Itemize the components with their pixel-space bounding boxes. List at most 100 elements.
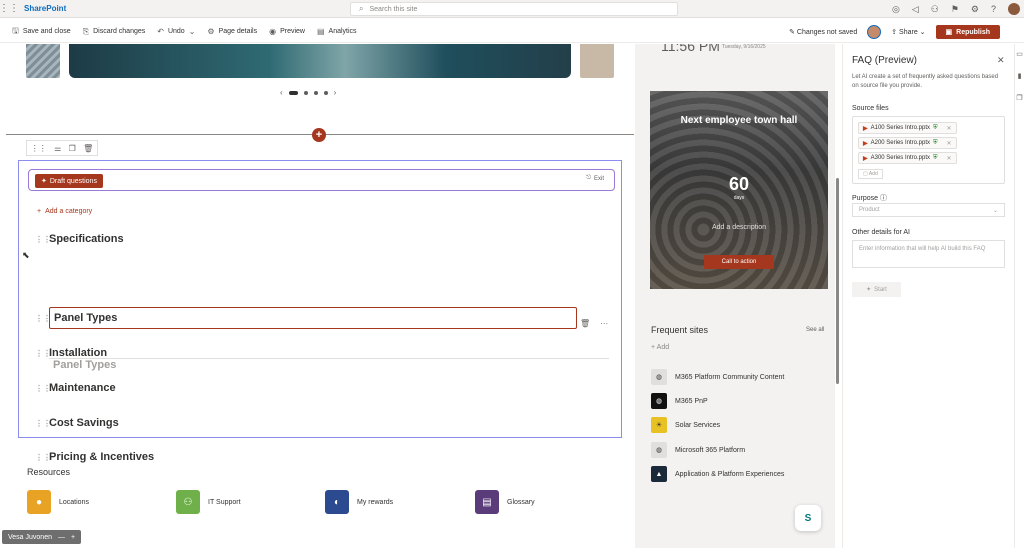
drag-icon[interactable]: ⋮⋮ <box>31 144 47 153</box>
category-item[interactable]: ⋮⋮ Cost Savings <box>35 417 119 429</box>
undo-icon: ↶ <box>157 27 164 36</box>
drag-handle-icon[interactable]: ⋮⋮ <box>35 349 51 358</box>
user-name: Vesa Juvonen <box>8 533 52 541</box>
drag-handle-icon[interactable]: ⋮⋮ <box>35 384 51 393</box>
countdown-description[interactable]: Add a description <box>650 224 828 231</box>
countdown-unit: days <box>733 195 745 201</box>
duplicate-icon[interactable]: ❐ <box>69 144 76 153</box>
save-close-button[interactable]: 🖫 Save and close <box>12 25 71 39</box>
chevron-left-icon[interactable]: ‹ <box>280 88 283 97</box>
resource-link[interactable]: ▤ Glossary <box>475 490 535 514</box>
scrollbar[interactable] <box>836 178 839 384</box>
hero-image-main[interactable] <box>69 44 571 78</box>
category-item[interactable]: ⋮⋮ Specifications <box>35 233 124 245</box>
site-link[interactable]: ◍ M365 Platform Community Content <box>651 369 784 385</box>
copilot-icon[interactable]: ◎ <box>892 4 900 15</box>
countdown-card[interactable]: Next employee town hall 60 days Add a de… <box>650 91 828 289</box>
draft-questions-button[interactable]: ✦ Draft questions <box>35 174 103 188</box>
purpose-select[interactable]: Product ⌄ <box>852 203 1005 217</box>
drag-handle-icon[interactable]: ⋮⋮ <box>35 314 51 323</box>
faq-panel: FAQ (Preview) ✕ Let AI create a set of f… <box>842 44 1014 548</box>
hero-image-right[interactable] <box>580 44 614 78</box>
drag-handle-icon[interactable]: ⋮⋮ <box>35 235 51 244</box>
add-category-button[interactable]: + Add a category <box>37 208 92 215</box>
carousel-pager: ‹ › <box>280 88 336 97</box>
add-site-button[interactable]: + Add <box>651 344 669 351</box>
source-file-chip[interactable]: ▶ A100 Series Intro.pptx ⛨ ✕ <box>858 122 957 134</box>
republish-button[interactable]: ▣ Republish <box>935 25 1000 39</box>
source-file-chip[interactable]: ▶ A200 Series Intro.pptx ⛨ ✕ <box>858 137 957 149</box>
source-file-chip[interactable]: ▶ A300 Series Intro.pptx ⛨ ✕ <box>858 152 957 164</box>
carousel-dot[interactable] <box>313 90 318 95</box>
delete-icon[interactable]: 🗑 <box>83 144 93 153</box>
copy-icon[interactable]: ❐ <box>1016 94 1022 102</box>
exit-button[interactable]: ⎋ Exit <box>586 175 604 182</box>
add-section-button[interactable]: + <box>312 128 326 142</box>
search-input[interactable]: ⌕ Search this site <box>350 2 678 16</box>
start-button[interactable]: ✦ Start <box>852 282 901 297</box>
close-icon[interactable]: ✕ <box>997 55 1005 66</box>
info-icon[interactable]: ⓘ <box>880 195 887 202</box>
save-icon: 🖫 <box>12 25 19 35</box>
analytics-button[interactable]: ▤ Analytics <box>317 27 357 36</box>
site-link[interactable]: ☀ Solar Services <box>651 417 720 433</box>
resource-link[interactable]: ◐ My rewards <box>325 490 393 514</box>
app-launcher-icon[interactable]: ⋮⋮ <box>0 0 19 18</box>
draft-bar: ✦ Draft questions ⎋ Exit <box>28 169 615 191</box>
carousel-dot[interactable] <box>323 90 328 95</box>
discard-button[interactable]: ⎘ Discard changes <box>83 27 146 37</box>
flag-icon[interactable]: ⚑ <box>951 4 959 15</box>
share-button[interactable]: ⇪ Share ⌄ <box>891 28 925 36</box>
see-all-link[interactable]: See all <box>806 327 824 333</box>
minus-icon[interactable]: — <box>58 534 65 541</box>
chevron-right-icon[interactable]: › <box>334 88 337 97</box>
add-file-label: Add <box>868 171 878 177</box>
more-icon[interactable]: ··· <box>600 319 608 328</box>
site-link[interactable]: ◍ M365 PnP <box>651 393 708 409</box>
drag-handle-icon[interactable]: ⋮⋮ <box>35 453 51 462</box>
help-icon[interactable]: ? <box>991 4 996 14</box>
carousel-dot[interactable] <box>303 90 308 95</box>
editor-avatar[interactable] <box>867 25 882 39</box>
avatar[interactable] <box>1008 3 1020 15</box>
drag-handle-icon[interactable]: ⋮⋮ <box>35 419 51 428</box>
gear-icon[interactable]: ⚙ <box>971 4 979 15</box>
right-rail: 11:56 PM Tuesday, 9/16/2025 Next employe… <box>635 44 835 548</box>
preview-button[interactable]: ◉ Preview <box>269 27 305 36</box>
site-link[interactable]: ◍ Microsoft 365 Platform <box>651 442 745 458</box>
purpose-label: Purpose ⓘ <box>852 193 887 203</box>
file-name: A100 Series Intro.pptx <box>870 125 930 131</box>
discard-label: Discard changes <box>93 28 146 35</box>
category-item[interactable]: ⋮⋮ Maintenance <box>35 382 116 394</box>
delete-icon[interactable]: 🗑 <box>580 319 590 328</box>
user-pill[interactable]: Vesa Juvonen — + <box>2 530 82 544</box>
page-details-button[interactable]: ⚙ Page details <box>207 27 257 36</box>
other-details-field[interactable]: Enter information that will help AI buil… <box>852 240 1005 268</box>
add-file-button[interactable]: ▢ Add <box>858 169 883 179</box>
page-details-label: Page details <box>218 28 258 35</box>
category-item-selected[interactable]: ⋮⋮ Panel Types <box>35 307 577 329</box>
plus-icon[interactable]: + <box>71 534 75 541</box>
megaphone-icon[interactable]: ◁ <box>912 4 919 15</box>
call-to-action-button[interactable]: Call to action <box>704 255 774 269</box>
hero-image-left[interactable] <box>26 44 60 78</box>
clock-date: Tuesday, 9/16/2025 <box>722 44 766 50</box>
command-bar-right: ✎ Changes not saved ⇪ Share ⌄ ▣ Republish <box>789 21 1000 43</box>
site-link[interactable]: ▲ Application & Platform Experiences <box>651 466 784 482</box>
remove-file-icon[interactable]: ✕ <box>947 140 952 147</box>
resource-link[interactable]: ⚇ IT Support <box>176 490 241 514</box>
people-icon[interactable]: ⚇ <box>931 4 939 15</box>
remove-file-icon[interactable]: ✕ <box>947 155 952 162</box>
remove-file-icon[interactable]: ✕ <box>947 125 952 132</box>
undo-button[interactable]: ↶ Undo ⌄ <box>157 27 195 36</box>
carousel-dot[interactable] <box>288 90 298 95</box>
app-name[interactable]: SharePoint <box>24 4 66 13</box>
category-item[interactable]: ⋮⋮ Pricing & Incentives <box>35 451 154 463</box>
edit-icon[interactable]: ▮ <box>1018 72 1022 80</box>
category-edit-box[interactable]: Panel Types <box>49 307 577 329</box>
sharepoint-app-icon[interactable]: S <box>795 505 821 531</box>
resource-link[interactable]: ● Locations <box>27 490 89 514</box>
pane-icon[interactable]: ▭ <box>1016 50 1023 58</box>
file-name: A300 Series Intro.pptx <box>870 155 930 161</box>
edit-properties-icon[interactable]: ⚌ <box>54 144 61 153</box>
